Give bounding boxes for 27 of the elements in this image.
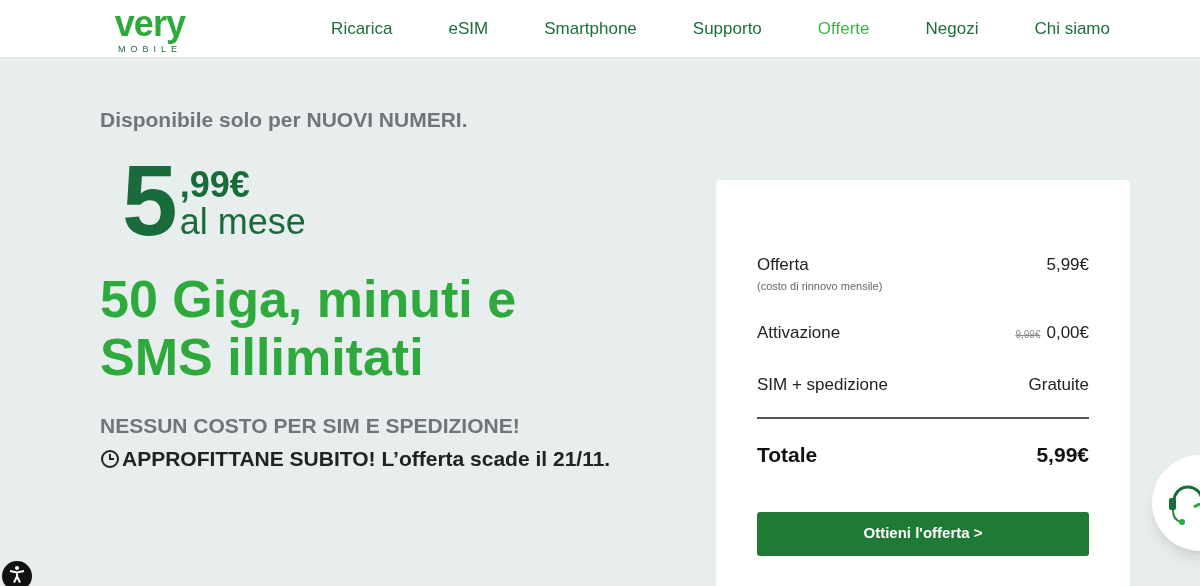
price-cents: ,99€ [179, 165, 251, 204]
logo-tagline: MOBILE [118, 43, 182, 54]
nav-link[interactable]: Negozi [897, 15, 1007, 42]
get-offer-button[interactable]: Ottieni l'offerta > [757, 511, 1089, 556]
clock-icon [100, 448, 120, 469]
nav-link[interactable]: Smartphone [516, 15, 665, 42]
availability-text: Disponibile solo per NUOVI NUMERI. [100, 107, 469, 133]
old-price: 9,99€ [1015, 328, 1041, 342]
summary-label: Offerta [757, 254, 810, 276]
summary-value: 5,99€ [1046, 254, 1089, 276]
nav-link[interactable]: Ricarica [303, 15, 421, 42]
summary-label: Attivazione [757, 322, 841, 344]
accessibility-icon[interactable] [2, 561, 32, 586]
nav-link[interactable]: eSIM [420, 15, 517, 42]
summary-value: 0,00€ [1046, 322, 1089, 344]
price-main: 5 [122, 159, 178, 240]
total-label: Totale [757, 442, 818, 468]
nav-link[interactable]: Supporto [664, 15, 790, 42]
price-period: al mese [179, 203, 306, 240]
deadline-text: APPROFITTANE SUBITO! L’offerta scade il 21/11. [122, 446, 611, 472]
shipping-note: NESSUN COSTO PER SIM E SPEDIZIONE! [100, 412, 521, 439]
offer-headline: 50 Giga, minuti e SMS illimitati [100, 269, 518, 386]
summary-value: Gratuite [1028, 373, 1089, 396]
total-value: 5,99€ [1036, 442, 1089, 468]
summary-label: SIM + spedizione [757, 373, 888, 396]
summary-sublabel: (costo di rinnovo mensile) [757, 278, 883, 294]
nav-link[interactable]: Chi siamo [1006, 15, 1138, 42]
